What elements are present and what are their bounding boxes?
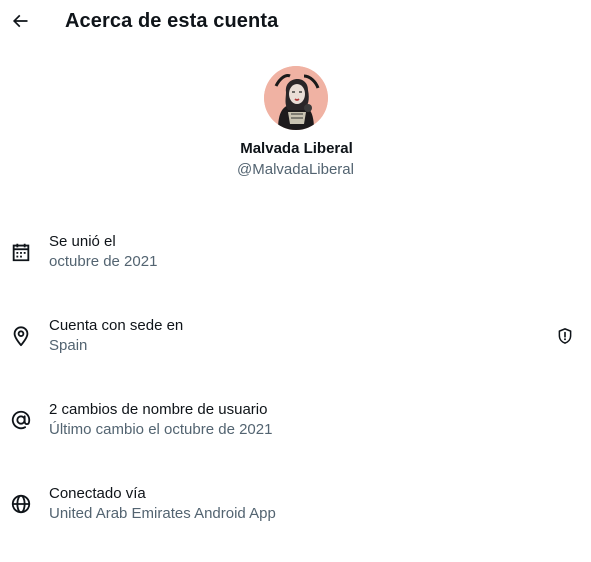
username-handle: @MalvadaLiberal <box>237 161 354 178</box>
username-changes-label: 2 cambios de nombre de usuario <box>49 401 268 418</box>
location-pin-icon <box>9 324 33 348</box>
joined-value: octubre de 2021 <box>49 253 158 270</box>
calendar-icon <box>9 240 33 264</box>
globe-icon <box>9 492 33 516</box>
back-button[interactable] <box>6 7 34 35</box>
about-account-page: Acerca de esta cuenta Malvada Liberal @M… <box>0 0 591 562</box>
connected-via-row: Conectado vía United Arab Emirates Andro… <box>0 484 591 544</box>
username-changes-value: Último cambio el octubre de 2021 <box>49 421 273 438</box>
connected-via-label: Conectado vía <box>49 485 146 502</box>
arrow-left-icon <box>12 14 28 28</box>
avatar-image <box>263 66 328 130</box>
location-label: Cuenta con sede en <box>49 317 184 334</box>
username-changes-row: 2 cambios de nombre de usuario Último ca… <box>0 400 591 460</box>
joined-row: Se unió el octubre de 2021 <box>0 232 591 292</box>
at-sign-icon <box>9 408 33 432</box>
avatar[interactable] <box>263 66 328 130</box>
header: Acerca de esta cuenta <box>0 0 591 42</box>
page-title: Acerca de esta cuenta <box>65 10 279 32</box>
joined-label: Se unió el <box>49 233 116 250</box>
display-name: Malvada Liberal <box>240 140 353 157</box>
location-row: Cuenta con sede en Spain <box>0 316 591 376</box>
connected-via-value: United Arab Emirates Android App <box>49 505 276 522</box>
location-info-button[interactable] <box>553 324 577 348</box>
location-value: Spain <box>49 337 88 354</box>
shield-alert-icon <box>558 328 572 344</box>
profile-summary: Malvada Liberal @MalvadaLiberal <box>0 66 591 180</box>
